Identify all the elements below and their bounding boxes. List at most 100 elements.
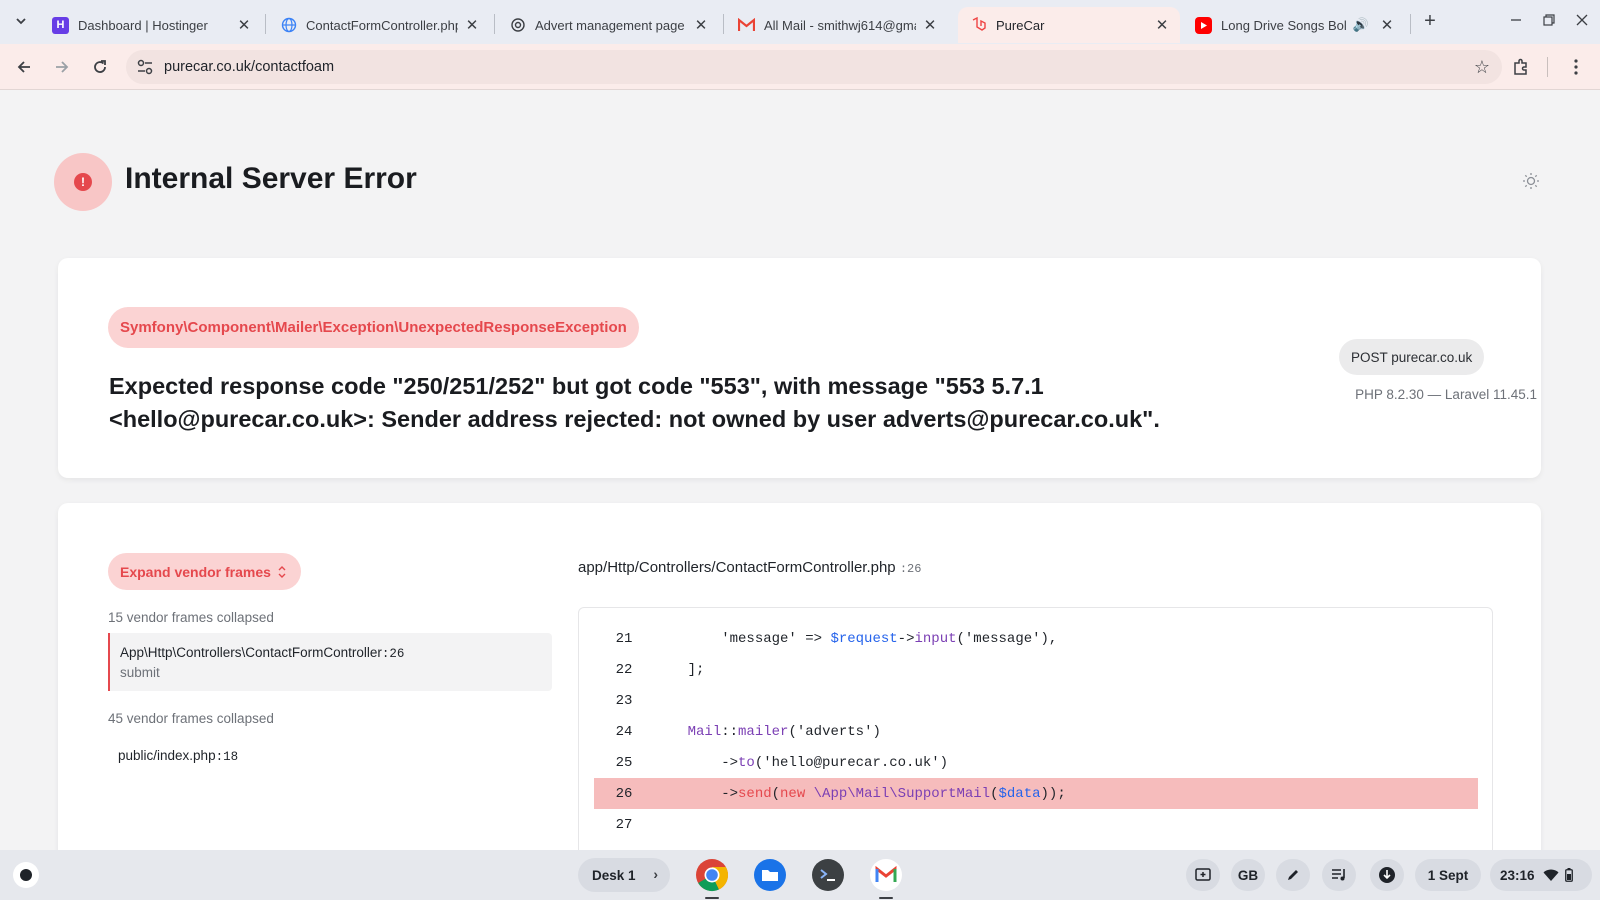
download-status-icon[interactable] xyxy=(1370,859,1404,891)
close-icon[interactable]: ✕ xyxy=(1154,17,1170,34)
line-number: 25 xyxy=(615,754,633,771)
tab-advert-management[interactable]: Advert management page ✕ xyxy=(497,7,719,43)
line-number: 23 xyxy=(615,692,633,709)
expand-vendor-frames-button[interactable]: Expand vendor frames xyxy=(108,553,301,590)
close-window-icon[interactable] xyxy=(1571,9,1593,31)
version-info: PHP 8.2.30 — Laravel 11.45.1 xyxy=(1355,387,1537,402)
reload-icon[interactable] xyxy=(87,54,113,80)
code-text: Mail::mailer('adverts') xyxy=(687,723,881,740)
gmail-app-icon[interactable] xyxy=(868,857,904,893)
address-bar[interactable]: purecar.co.uk/contactfoam ☆ xyxy=(126,50,1502,84)
tab-hostinger[interactable]: H Dashboard | Hostinger ✕ xyxy=(40,7,262,43)
tab-contactformcontroller[interactable]: ContactFormController.php ✕ xyxy=(268,7,490,43)
tab-youtube[interactable]: Long Drive Songs Bollywood 🔊 ✕ xyxy=(1183,7,1405,43)
stack-frame-entry[interactable]: public/index.php:18 xyxy=(118,748,238,764)
line-number: 26 xyxy=(615,785,633,802)
code-line-highlighted: 26 ->send(new \App\Mail\SupportMail($dat… xyxy=(594,778,1478,809)
code-line: 27 xyxy=(594,809,1478,840)
code-snippet: 21 'message' => $request->input('message… xyxy=(578,607,1493,850)
back-icon[interactable] xyxy=(11,54,37,80)
launcher-icon[interactable] xyxy=(13,862,39,888)
url-text[interactable]: purecar.co.uk/contactfoam xyxy=(164,59,334,75)
error-badge: ! xyxy=(54,153,112,211)
code-line: 24 Mail::mailer('adverts') xyxy=(594,716,1478,747)
line-number: 21 xyxy=(615,630,633,647)
forward-icon[interactable] xyxy=(49,54,75,80)
collapsed-frames-label[interactable]: 15 vendor frames collapsed xyxy=(108,610,274,625)
browser-toolbar: purecar.co.uk/contactfoam ☆ xyxy=(0,44,1600,90)
line-number: 27 xyxy=(615,816,633,833)
desk-switcher[interactable]: Desk 1 › xyxy=(578,858,670,892)
line-number: 24 xyxy=(615,723,633,740)
keyboard-layout-indicator[interactable]: GB xyxy=(1231,859,1265,891)
globe-icon xyxy=(280,17,297,34)
exclamation-icon: ! xyxy=(74,173,92,191)
minimize-icon[interactable] xyxy=(1505,9,1527,31)
code-text: ]; xyxy=(654,661,705,678)
sun-icon[interactable] xyxy=(1520,170,1542,192)
pen-icon[interactable] xyxy=(1276,859,1310,891)
close-icon[interactable]: ✕ xyxy=(693,17,709,34)
stack-trace-card: Expand vendor frames 15 vendor frames co… xyxy=(58,503,1541,850)
site-settings-icon[interactable] xyxy=(136,58,154,76)
toolbar-divider xyxy=(1547,57,1548,77)
hostinger-icon: H xyxy=(52,16,69,34)
error-page: ! Internal Server Error Symfony\Componen… xyxy=(0,90,1600,850)
laravel-icon xyxy=(970,17,987,34)
battery-icon xyxy=(1564,868,1573,882)
tab-title: ContactFormController.php xyxy=(306,17,458,33)
chrome-icon[interactable] xyxy=(694,857,730,893)
frame-class: App\Http\Controllers\ContactFormControll… xyxy=(120,645,382,660)
screen-capture-icon[interactable] xyxy=(1186,859,1220,891)
desk-label: Desk 1 xyxy=(592,867,636,883)
files-icon[interactable] xyxy=(752,857,788,893)
terminal-icon[interactable] xyxy=(810,857,846,893)
media-queue-icon[interactable] xyxy=(1322,859,1356,891)
line-number: 22 xyxy=(615,661,633,678)
code-file: app/Http/Controllers/ContactFormControll… xyxy=(578,559,896,576)
stack-frame-active[interactable]: App\Http\Controllers\ContactFormControll… xyxy=(108,633,552,691)
frame-class-line: App\Http\Controllers\ContactFormControll… xyxy=(120,645,404,661)
tab-title: Long Drive Songs Bollywood xyxy=(1221,17,1347,33)
collapsed-frames-label[interactable]: 45 vendor frames collapsed xyxy=(108,711,274,726)
bookmark-star-icon[interactable]: ☆ xyxy=(1472,57,1492,77)
tab-search-chevron-icon[interactable] xyxy=(10,10,32,32)
chevron-right-icon: › xyxy=(653,866,658,882)
code-file-line: :26 xyxy=(899,562,922,576)
frame-line: :26 xyxy=(381,647,405,661)
close-icon[interactable]: ✕ xyxy=(236,17,252,34)
frame-line: :18 xyxy=(215,750,239,764)
close-icon[interactable]: ✕ xyxy=(1379,17,1395,34)
tab-title: Advert management page xyxy=(535,17,685,33)
frame-file: public/index.php xyxy=(118,748,216,763)
tab-gmail[interactable]: All Mail - smithwj614@gmail.com ✕ xyxy=(726,7,948,43)
new-tab-icon[interactable]: + xyxy=(1419,10,1441,32)
exception-card: Symfony\Component\Mailer\Exception\Unexp… xyxy=(58,258,1541,478)
expand-vendor-frames-label: Expand vendor frames xyxy=(120,563,271,580)
extensions-icon[interactable] xyxy=(1508,54,1534,80)
tab-title: All Mail - smithwj614@gmail.com xyxy=(764,17,916,33)
code-line: 23 xyxy=(594,685,1478,716)
speaker-icon[interactable]: 🔊 xyxy=(1353,17,1369,33)
date-display[interactable]: 1 Sept xyxy=(1415,859,1481,891)
tab-title: Dashboard | Hostinger xyxy=(78,17,208,33)
chevron-up-down-icon xyxy=(277,565,287,579)
openai-icon xyxy=(509,17,526,34)
tab-divider xyxy=(494,14,495,34)
kebab-menu-icon[interactable] xyxy=(1563,54,1589,80)
code-line: 22 ]; xyxy=(594,654,1478,685)
code-line: 21 'message' => $request->input('message… xyxy=(594,623,1478,654)
close-icon[interactable]: ✕ xyxy=(922,17,938,34)
running-indicator xyxy=(879,897,893,899)
close-icon[interactable]: ✕ xyxy=(464,17,480,34)
youtube-icon xyxy=(1195,16,1212,34)
code-line: 25 ->to('hello@purecar.co.uk') xyxy=(594,747,1478,778)
tab-divider xyxy=(265,14,266,34)
restore-icon[interactable] xyxy=(1538,9,1560,31)
status-area[interactable]: 23:16 xyxy=(1490,859,1592,891)
page-title: Internal Server Error xyxy=(125,162,417,195)
running-indicator xyxy=(705,897,719,899)
exception-message: Expected response code "250/251/252" but… xyxy=(109,373,1160,432)
tab-purecar[interactable]: PureCar ✕ xyxy=(958,7,1180,43)
wifi-icon xyxy=(1543,869,1559,882)
